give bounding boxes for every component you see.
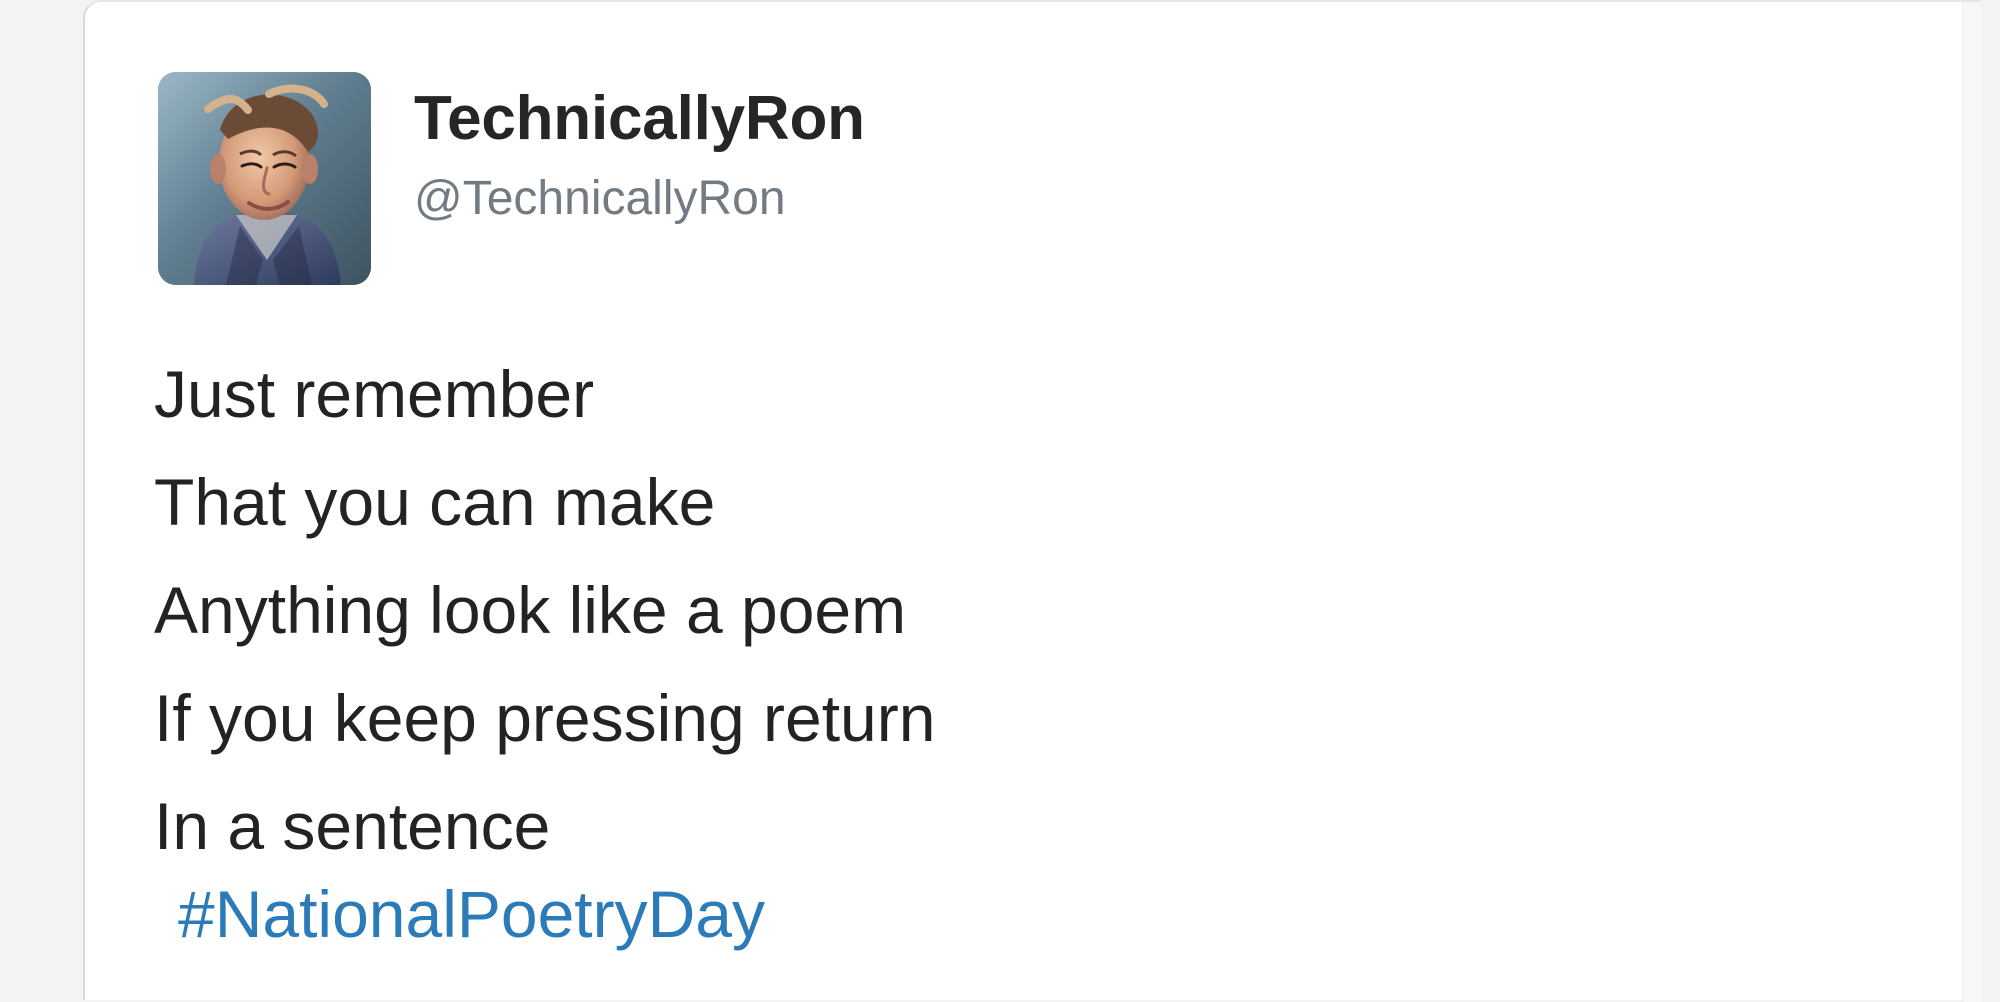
hashtag-link[interactable]: #NationalPoetryDay [178,870,765,958]
tweet-text: Just remember That you can make Anything… [154,340,935,880]
avatar[interactable] [158,72,371,285]
tweet-line-3: Anything look like a poem [154,573,907,647]
username[interactable]: @TechnicallyRon [414,171,786,227]
card-right-edge [1962,2,1981,1002]
tweet-line-1: Just remember [154,357,595,431]
tweet-line-4: If you keep pressing return [154,681,936,755]
tweet-line-2: That you can make [154,465,716,539]
illustrated-person-avatar-icon [158,72,371,285]
tweet-line-5: In a sentence [154,789,551,863]
display-name[interactable]: TechnicallyRon [414,84,865,154]
